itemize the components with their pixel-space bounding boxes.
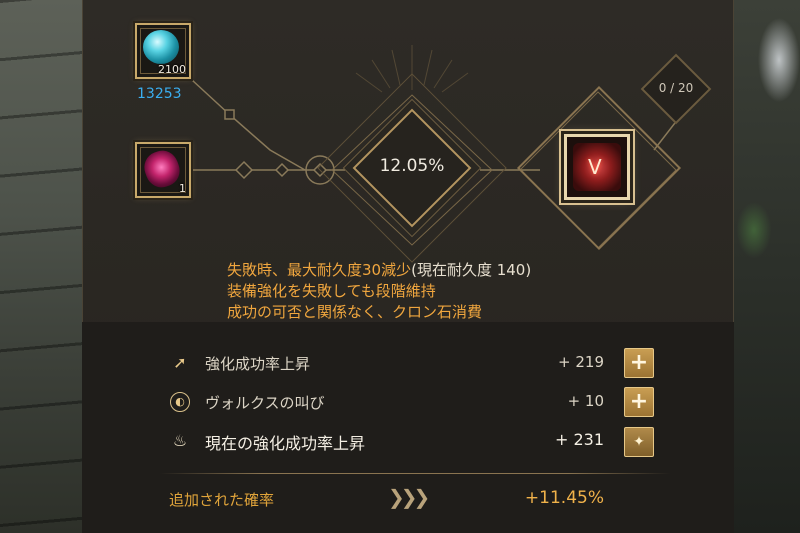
- bonus-value-current: + 231: [554, 430, 604, 449]
- bonus-label-current: 現在の強化成功率上昇: [205, 434, 366, 453]
- add-vorx-button[interactable]: +: [624, 387, 654, 417]
- armor-emblem-icon: V: [588, 155, 602, 179]
- crystal-total: 13253: [137, 86, 182, 102]
- added-probability-label: 追加された確率: [169, 491, 275, 509]
- bonus-label-success: 強化成功率上昇: [205, 355, 311, 373]
- bonus-label-vorx: ヴォルクスの叫び: [205, 394, 325, 412]
- warning-durability-current: (現在耐久度 140): [411, 261, 532, 279]
- bonus-value-vorx: + 10: [567, 392, 604, 410]
- stone-count: 1: [179, 182, 186, 195]
- divider: [160, 473, 670, 474]
- support-button[interactable]: ✦: [624, 427, 654, 457]
- target-item-slot[interactable]: V: [564, 134, 630, 200]
- flame-icon: ♨: [172, 431, 188, 450]
- success-rate: 12.05%: [379, 156, 445, 176]
- warning-stage-kept: 装備強化を失敗しても段階維持: [227, 282, 436, 300]
- warning-durability-main: 失敗時、最大耐久度30減少: [227, 261, 412, 279]
- arrow-up-icon: ➚: [173, 353, 187, 372]
- warning-stone-consumed: 成功の可否と関係なく、クロン石消費: [227, 303, 483, 321]
- crystal-icon: [143, 30, 179, 64]
- warning-durability: 失敗時、最大耐久度30減少(現在耐久度 140): [227, 259, 531, 280]
- chevrons-icon: ❯❯❯: [388, 485, 430, 509]
- cron-stone-slot[interactable]: 1: [135, 142, 191, 198]
- crystal-count: 2100: [158, 63, 186, 76]
- vorx-cry-icon: ◐: [170, 392, 190, 412]
- add-success-button[interactable]: +: [624, 348, 654, 378]
- crystal-slot[interactable]: 2100: [135, 23, 191, 79]
- added-probability-value: +11.45%: [524, 488, 604, 508]
- attempt-counter: 0 / 20: [658, 81, 694, 95]
- bonus-value-success: + 219: [558, 353, 604, 371]
